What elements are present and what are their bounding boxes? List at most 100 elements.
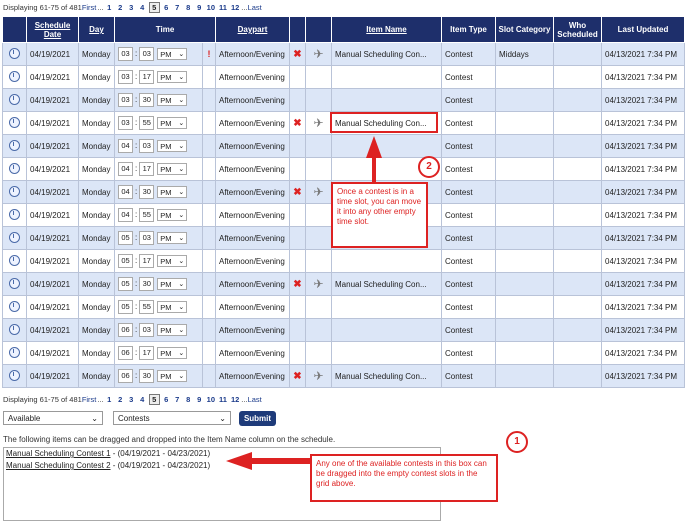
row-clock-cell[interactable] (2, 42, 27, 66)
row-clock-cell[interactable] (2, 157, 27, 181)
submit-button[interactable]: Submit (239, 411, 276, 426)
clock-icon[interactable] (9, 277, 20, 289)
row-clock-cell[interactable] (2, 341, 27, 365)
clock-icon[interactable] (9, 93, 20, 105)
pager-page-link[interactable]: 3 (127, 3, 136, 12)
delete-icon[interactable]: ✖ (293, 371, 301, 382)
minute-input[interactable]: 17 (139, 162, 155, 176)
item-type-select[interactable]: Contests ⌄ (113, 411, 231, 425)
item-name-cell[interactable]: Manual Scheduling Con... (331, 42, 442, 66)
ampm-select[interactable]: PM ⌄ (157, 186, 188, 198)
hour-input[interactable]: 05 (118, 254, 133, 268)
delete-icon[interactable]: ✖ (293, 49, 301, 60)
item-name-cell[interactable] (331, 65, 442, 89)
minute-input[interactable]: 30 (139, 185, 155, 199)
pager-page-link[interactable]: 7 (173, 3, 182, 12)
ampm-select[interactable]: PM ⌄ (157, 347, 188, 359)
hour-input[interactable]: 03 (118, 47, 133, 61)
pager-page-link[interactable]: 7 (173, 395, 182, 404)
item-name-cell[interactable]: Manual Scheduling Con... (331, 364, 442, 388)
clock-icon[interactable] (9, 254, 20, 266)
col-daypart[interactable]: Daypart (215, 16, 290, 43)
status-select[interactable]: Available ⌄ (3, 411, 103, 425)
pager-page-link[interactable]: 4 (138, 3, 147, 12)
hour-input[interactable]: 05 (118, 231, 133, 245)
minute-input[interactable]: 30 (139, 369, 155, 383)
pager-page-link[interactable]: 11 (218, 395, 228, 404)
row-clock-cell[interactable] (2, 203, 27, 227)
delete-icon[interactable]: ✖ (293, 279, 301, 290)
hour-input[interactable]: 06 (118, 346, 133, 360)
row-clock-cell[interactable] (2, 249, 27, 273)
pager-page-link[interactable]: 9 (195, 395, 204, 404)
clock-icon[interactable] (9, 139, 20, 151)
pager-page-link[interactable]: 5 (148, 2, 160, 13)
pager-page-link[interactable]: 1 (105, 3, 114, 12)
minute-input[interactable]: 03 (139, 323, 155, 337)
minute-input[interactable]: 55 (139, 300, 155, 314)
ampm-select[interactable]: PM ⌄ (157, 232, 188, 244)
ampm-select[interactable]: PM ⌄ (157, 255, 188, 267)
clock-icon[interactable] (9, 346, 20, 358)
minute-input[interactable]: 03 (139, 139, 155, 153)
clock-icon[interactable] (9, 70, 20, 82)
minute-input[interactable]: 55 (139, 116, 155, 130)
minute-input[interactable]: 30 (139, 277, 155, 291)
item-name-cell[interactable] (331, 134, 442, 158)
item-name-cell[interactable] (331, 295, 442, 319)
clock-icon[interactable] (9, 300, 20, 312)
hour-input[interactable]: 06 (118, 369, 133, 383)
row-clock-cell[interactable] (2, 318, 27, 342)
pager-last-link[interactable]: Last (248, 395, 262, 404)
ampm-select[interactable]: PM ⌄ (157, 209, 188, 221)
minute-input[interactable]: 30 (139, 93, 155, 107)
pager-page-link[interactable]: 3 (127, 395, 136, 404)
minute-input[interactable]: 03 (139, 231, 155, 245)
pager-page-link[interactable]: 10 (206, 3, 216, 12)
clock-icon[interactable] (9, 162, 20, 174)
ampm-select[interactable]: PM ⌄ (157, 48, 188, 60)
col-day[interactable]: Day (78, 16, 115, 43)
hour-input[interactable]: 04 (118, 162, 133, 176)
row-clock-cell[interactable] (2, 364, 27, 388)
pager-first-link[interactable]: First (82, 395, 97, 404)
minute-input[interactable]: 03 (139, 47, 155, 61)
row-clock-cell[interactable] (2, 65, 27, 89)
available-item-name[interactable]: Manual Scheduling Contest 2 (6, 461, 111, 470)
ampm-select[interactable]: PM ⌄ (157, 71, 188, 83)
pager-page-link[interactable]: 8 (184, 395, 193, 404)
delete-icon[interactable]: ✖ (293, 187, 301, 198)
clock-icon[interactable] (9, 116, 20, 128)
ampm-select[interactable]: PM ⌄ (157, 370, 188, 382)
row-clock-cell[interactable] (2, 272, 27, 296)
hour-input[interactable]: 04 (118, 185, 133, 199)
row-clock-cell[interactable] (2, 226, 27, 250)
clock-icon[interactable] (9, 231, 20, 243)
pager-page-link[interactable]: 9 (195, 3, 204, 12)
col-item-name[interactable]: Item Name (331, 16, 442, 43)
pager-last-link[interactable]: Last (248, 3, 262, 12)
item-name-cell[interactable] (331, 318, 442, 342)
col-schedule-date[interactable]: Schedule Date (26, 16, 79, 43)
hour-input[interactable]: 03 (118, 116, 133, 130)
hour-input[interactable]: 05 (118, 300, 133, 314)
minute-input[interactable]: 17 (139, 254, 155, 268)
pager-page-link[interactable]: 12 (230, 3, 240, 12)
row-clock-cell[interactable] (2, 111, 27, 135)
pager-page-link[interactable]: 12 (230, 395, 240, 404)
hour-input[interactable]: 04 (118, 139, 133, 153)
ampm-select[interactable]: PM ⌄ (157, 163, 188, 175)
row-clock-cell[interactable] (2, 295, 27, 319)
hour-input[interactable]: 05 (118, 277, 133, 291)
pager-page-link[interactable]: 5 (148, 394, 160, 405)
pager-page-link[interactable]: 4 (138, 395, 147, 404)
pager-first-link[interactable]: First (82, 3, 97, 12)
pager-page-link[interactable]: 1 (105, 395, 114, 404)
ampm-select[interactable]: PM ⌄ (157, 94, 188, 106)
minute-input[interactable]: 17 (139, 70, 155, 84)
row-clock-cell[interactable] (2, 88, 27, 112)
minute-input[interactable]: 17 (139, 346, 155, 360)
pager-page-link[interactable]: 8 (184, 3, 193, 12)
pager-page-link[interactable]: 6 (162, 395, 171, 404)
ampm-select[interactable]: PM ⌄ (157, 324, 188, 336)
